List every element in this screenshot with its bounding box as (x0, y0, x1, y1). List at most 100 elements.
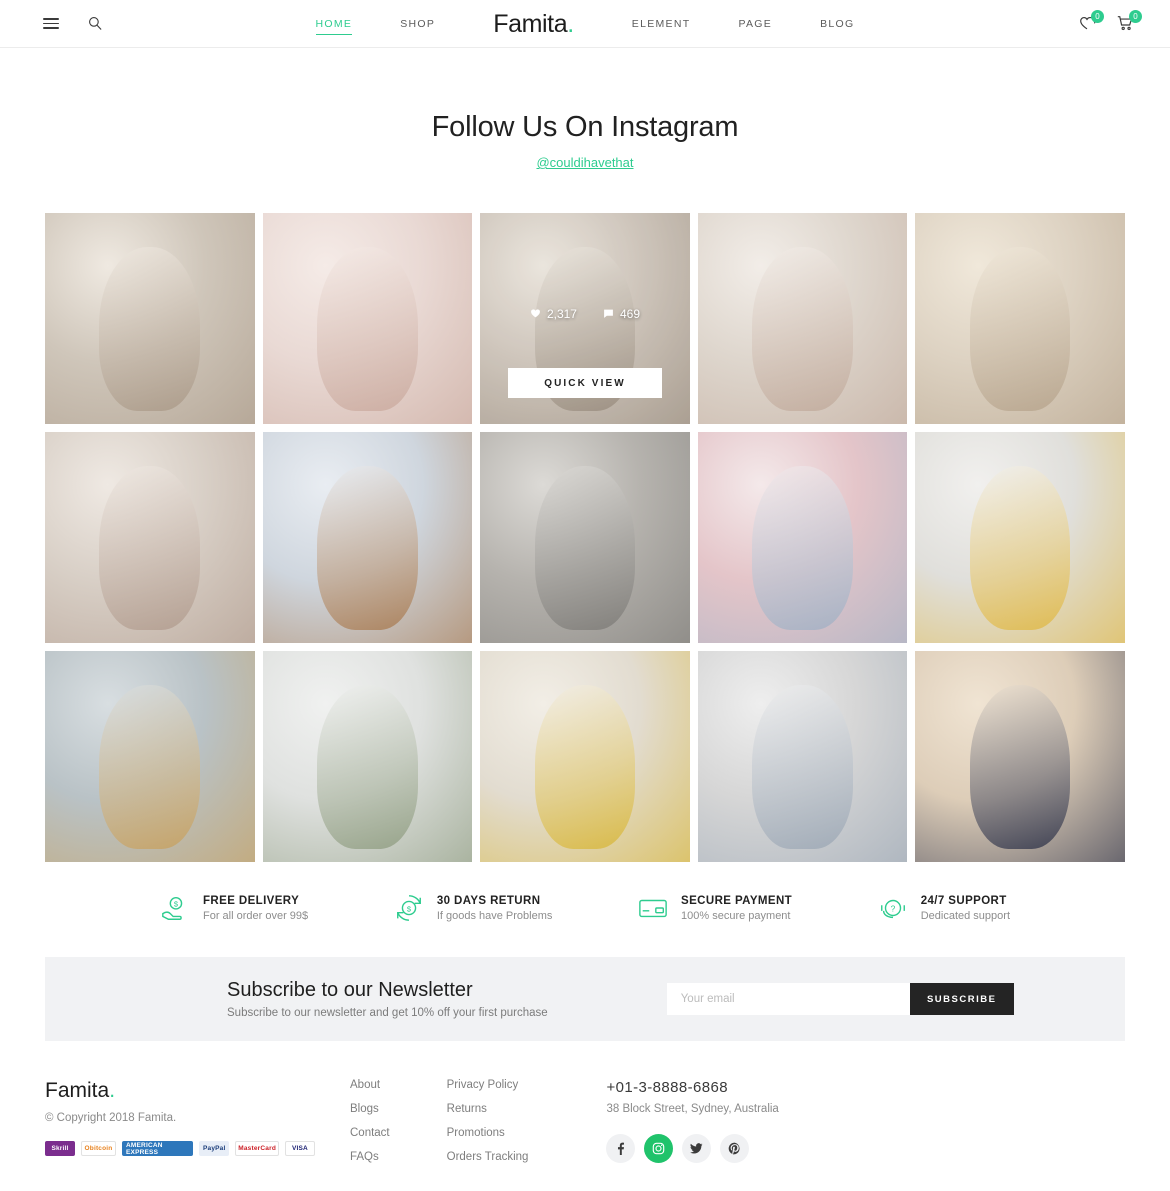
search-icon[interactable] (84, 13, 106, 35)
instagram-photo-4[interactable] (697, 213, 908, 424)
instagram-handle-link[interactable]: @couldihavethat (536, 155, 633, 170)
photo-subject-shape (317, 246, 418, 412)
feature-text: SECURE PAYMENT 100% secure payment (681, 895, 792, 922)
feature-title: 24/7 SUPPORT (920, 894, 1007, 907)
site-header: HOME SHOP Famita. ELEMENT PAGE BLOG 0 0 (0, 0, 1170, 48)
refresh-dollar-icon: $ (394, 893, 424, 923)
newsletter-section: Subscribe to our Newsletter Subscribe to… (45, 957, 1125, 1041)
service-features: $ FREE DELIVERY For all order over 99$ $30 … (160, 893, 1010, 923)
feature-subtitle: 100% secure payment (681, 909, 791, 922)
footer-link-about[interactable]: About (350, 1079, 390, 1091)
footer-link-privacy-policy[interactable]: Privacy Policy (447, 1079, 529, 1091)
newsletter-text: Subscribe to our Newsletter Subscribe to… (45, 979, 548, 1019)
payment-icon-skrill: Skrill (45, 1141, 75, 1156)
main-navigation: HOME SHOP Famita. ELEMENT PAGE BLOG (0, 0, 1170, 48)
svg-text:$: $ (407, 904, 412, 913)
copyright-text: © Copyright 2018 Famita. (45, 1112, 177, 1124)
contact-phone: +01-3-8888-6868 (606, 1079, 728, 1096)
footer-link-orders-tracking[interactable]: Orders Tracking (447, 1151, 529, 1163)
wishlist-button[interactable]: 0 (1078, 10, 1104, 34)
footer-link-column-2: Privacy Policy Returns Promotions Orders Tr… (447, 1079, 529, 1163)
instagram-photo-5[interactable] (915, 213, 1125, 424)
feature-title: FREE DELIVERY (203, 894, 300, 907)
footer-logo[interactable]: Famita. (45, 1079, 315, 1103)
nav-item-element[interactable]: ELEMENT (632, 14, 691, 34)
photo-subject-shape (534, 684, 636, 850)
feature-text: FREE DELIVERY For all order over 99$ (203, 895, 308, 922)
footer-brand-dot: . (109, 1079, 116, 1102)
svg-text:?: ? (890, 903, 895, 913)
newsletter-subtitle: Subscribe to our newsletter and get 10% … (227, 1007, 548, 1019)
hand-dollar-icon: $ (160, 893, 190, 923)
footer-link-blogs[interactable]: Blogs (350, 1103, 390, 1115)
facebook-icon[interactable] (606, 1134, 636, 1163)
contact-address: 38 Block Street, Sydney, Australia (606, 1103, 779, 1115)
svg-text:$: $ (174, 900, 179, 909)
nav-item-home[interactable]: HOME (315, 14, 353, 35)
feature-title: SECURE PAYMENT (681, 894, 793, 907)
newsletter-email-input[interactable] (666, 983, 910, 1015)
photo-stats: 2,317 469 (530, 307, 640, 321)
footer-link-promotions[interactable]: Promotions (447, 1127, 529, 1139)
instagram-photo-15[interactable] (915, 651, 1125, 862)
footer-brand-column: Famita. © Copyright 2018 Famita. Skrill O… (45, 1079, 315, 1163)
feature-title: 30 DAYS RETURN (436, 894, 541, 907)
hamburger-icon[interactable] (40, 13, 62, 35)
twitter-icon[interactable] (682, 1134, 712, 1163)
footer-link-column-1: About Blogs Contact FAQs (350, 1079, 390, 1163)
brand-dot: . (567, 9, 574, 38)
cart-count-badge: 0 (1129, 10, 1142, 23)
feature-4: ? 24/7 SUPPORT Dedicated support (878, 893, 1010, 923)
instagram-photo-10[interactable] (915, 432, 1125, 643)
page-title: Follow Us On Instagram (431, 111, 739, 143)
instagram-photo-6[interactable] (45, 432, 255, 643)
payment-icon-american-express: AMERICAN EXPRESS (122, 1141, 194, 1156)
heart-icon (531, 309, 540, 318)
feature-subtitle: For all order over 99$ (203, 909, 309, 922)
comment-icon (604, 309, 613, 318)
feature-subtitle: If goods have Problems (436, 909, 553, 922)
instagram-photo-12[interactable] (262, 651, 473, 862)
photo-subject-shape (752, 684, 853, 850)
footer-link-faqs[interactable]: FAQs (350, 1151, 390, 1163)
photo-hover-overlay: 2,317 469 QUICK VIEW (480, 213, 690, 424)
pinterest-icon[interactable] (720, 1134, 750, 1163)
feature-2: $30 DAYS RETURN If goods have Problems (394, 893, 553, 923)
instagram-photo-7[interactable] (262, 432, 473, 643)
nav-item-blog[interactable]: BLOG (820, 14, 854, 34)
payment-icon-paypal: PayPal (199, 1141, 230, 1156)
instagram-photo-3[interactable]: 2,317 469 QUICK VIEW (480, 213, 690, 424)
nav-item-page[interactable]: PAGE (738, 14, 772, 34)
comment-stat: 469 (603, 307, 640, 321)
payment-methods: Skrill Obitcoin AMERICAN EXPRESS PayPal Mast… (45, 1141, 315, 1156)
payment-icon-bitcoin: Obitcoin (81, 1141, 116, 1156)
photo-subject-shape (99, 246, 201, 412)
comment-count: 469 (619, 306, 641, 321)
photo-subject-shape (969, 246, 1071, 412)
instagram-photo-13[interactable] (480, 651, 690, 862)
photo-subject-shape (99, 465, 201, 631)
like-count: 2,317 (546, 306, 577, 321)
photo-subject-shape (969, 684, 1071, 850)
footer-links: About Blogs Contact FAQs Privacy Policy Retu… (350, 1079, 528, 1163)
instagram-photo-2[interactable] (262, 213, 473, 424)
payment-icon-visa: VISA (284, 1141, 315, 1156)
instagram-photo-8[interactable] (480, 432, 690, 643)
instagram-photo-1[interactable] (45, 213, 255, 424)
footer-link-returns[interactable]: Returns (447, 1103, 529, 1115)
cart-button[interactable]: 0 (1116, 10, 1142, 34)
nav-item-shop[interactable]: SHOP (400, 14, 435, 34)
brand-logo[interactable]: Famita. (493, 10, 574, 39)
photo-subject-shape (534, 465, 636, 631)
header-actions: 0 0 (1078, 0, 1142, 48)
instagram-photo-grid: 2,317 469 QUICK VIEW (45, 213, 1125, 862)
wishlist-count-badge: 0 (1091, 10, 1104, 23)
social-links (606, 1134, 778, 1163)
footer-link-contact[interactable]: Contact (350, 1127, 390, 1139)
subscribe-button[interactable]: SUBSCRIBE (909, 983, 1014, 1015)
instagram-photo-11[interactable] (45, 651, 255, 862)
instagram-photo-14[interactable] (697, 651, 908, 862)
quick-view-button[interactable]: QUICK VIEW (508, 368, 662, 398)
instagram-photo-9[interactable] (697, 432, 908, 643)
instagram-icon[interactable] (644, 1134, 674, 1163)
